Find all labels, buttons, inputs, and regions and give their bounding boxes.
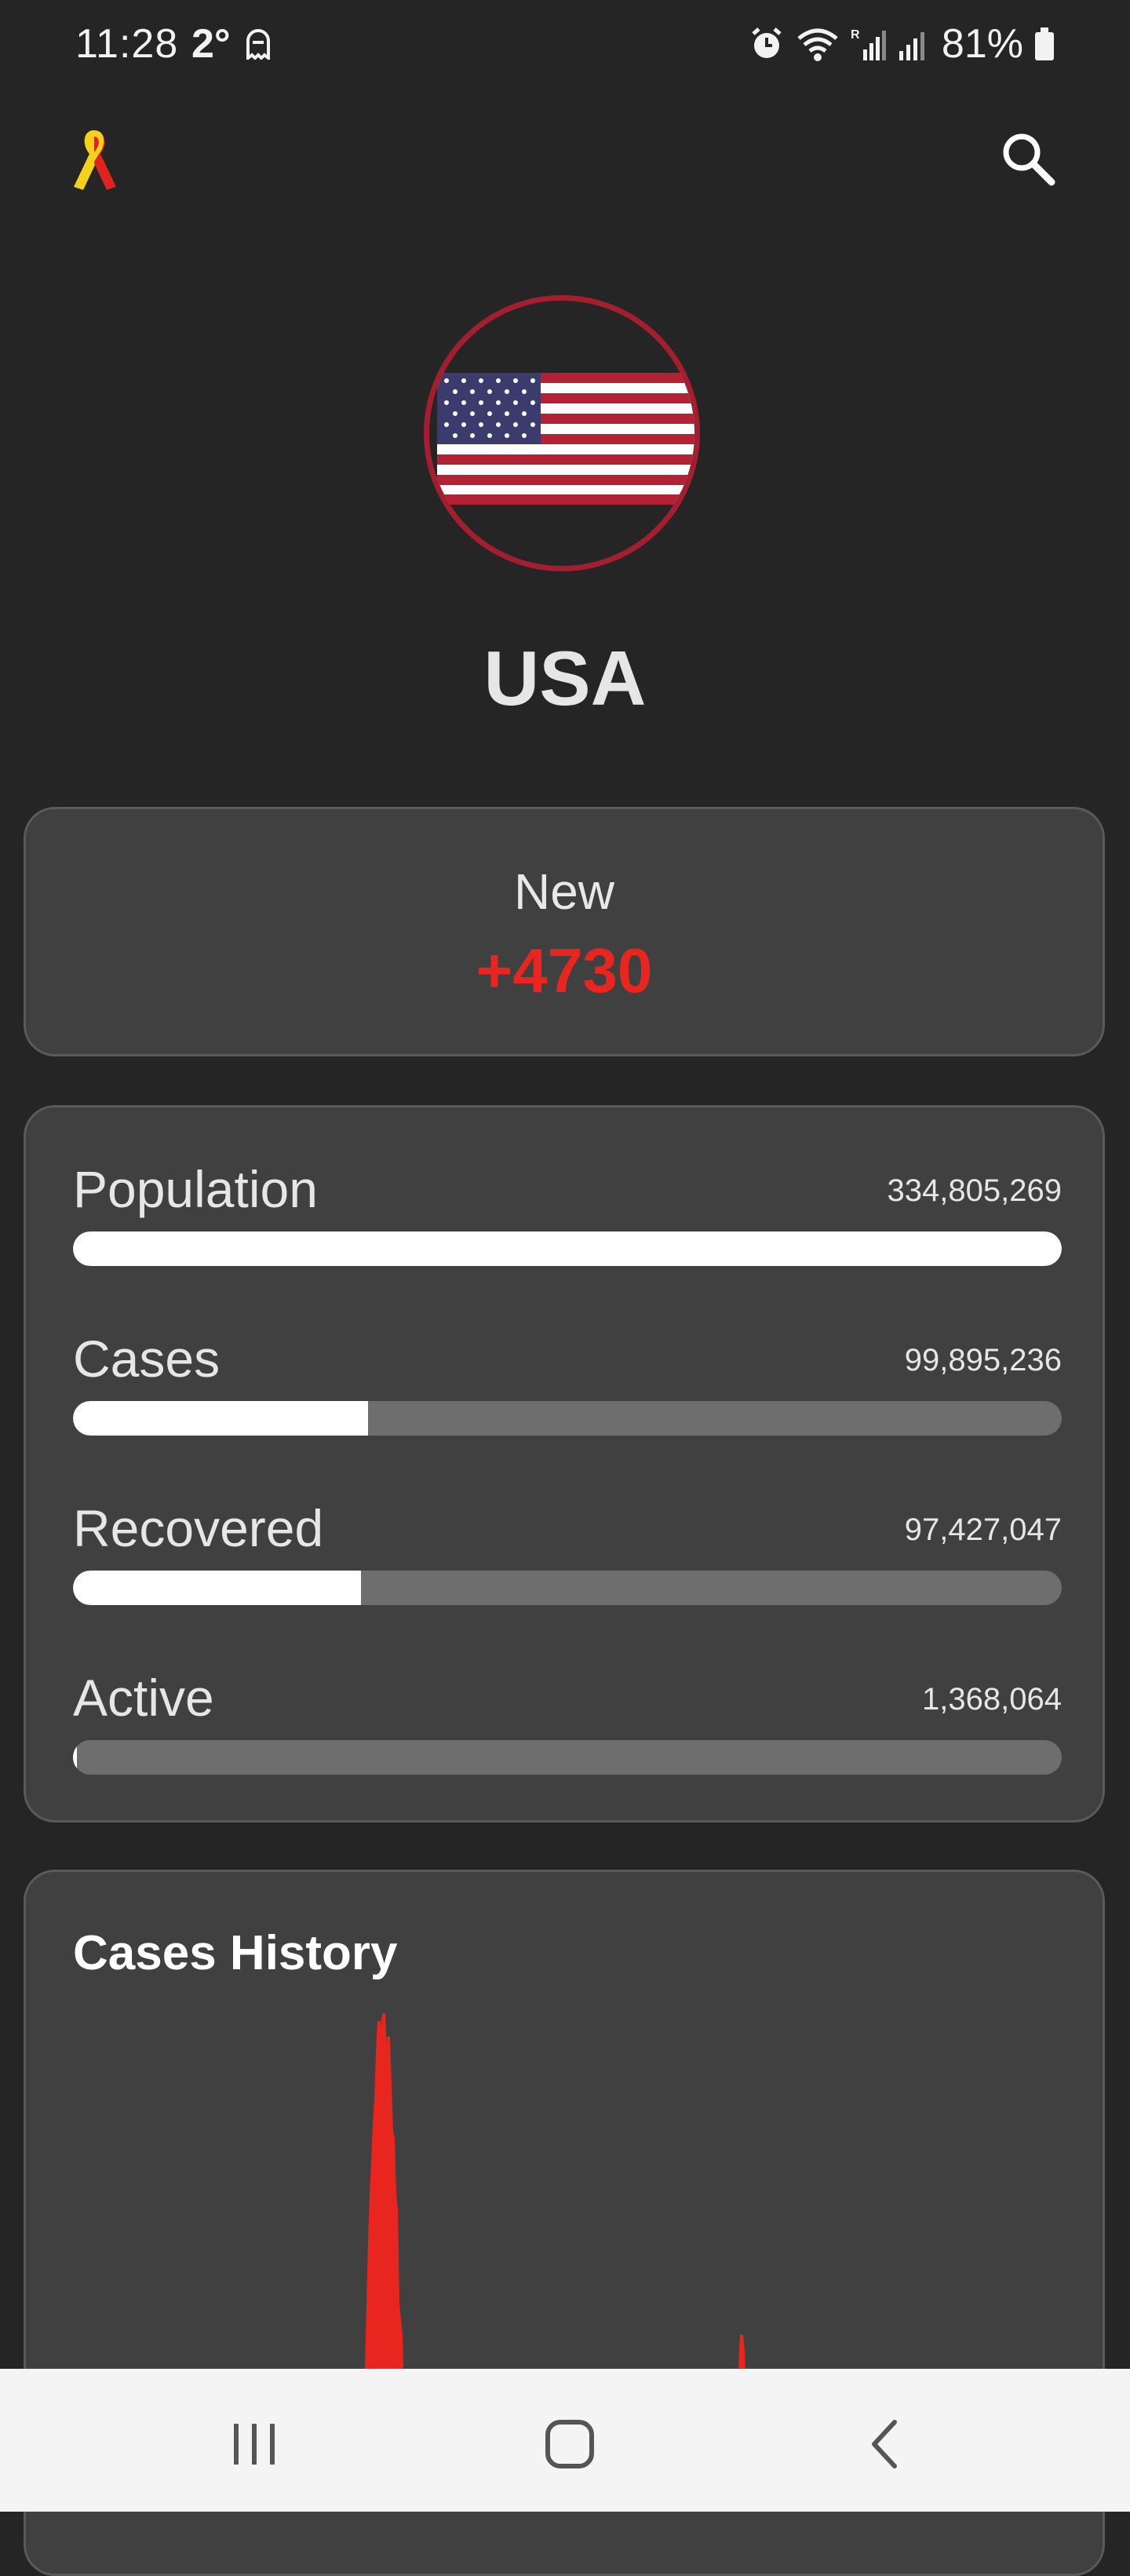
stat-label: Recovered (73, 1499, 324, 1557)
system-navigation-bar (0, 2369, 1130, 2512)
status-right-group: R 81% (749, 20, 1055, 68)
stat-row-cases: Cases 99,895,236 (73, 1329, 1062, 1462)
stat-progress-bar (73, 1231, 1062, 1266)
stat-progress-fill (73, 1401, 368, 1436)
home-icon (538, 2420, 601, 2479)
status-bar: 11:28 2° R 81% (0, 0, 1130, 94)
stat-value: 334,805,269 (887, 1173, 1062, 1208)
signal-icon (898, 26, 931, 62)
stat-progress-bar (73, 1740, 1062, 1775)
stat-label: Population (73, 1160, 318, 1218)
cases-history-line (363, 2012, 747, 2398)
country-flag (424, 295, 700, 571)
stats-card: Population 334,805,269 Cases 99,895,236 … (24, 1105, 1105, 1823)
new-cases-value: +4730 (476, 936, 653, 1005)
battery-icon (1034, 26, 1055, 62)
us-flag-icon (437, 373, 694, 505)
status-temperature: 2° (191, 21, 231, 67)
awareness-ribbon-icon (67, 126, 122, 196)
stat-value: 97,427,047 (904, 1512, 1062, 1547)
status-time: 11:28 (75, 21, 179, 67)
stat-row-recovered: Recovered 97,427,047 (73, 1498, 1062, 1632)
stat-progress-fill (73, 1571, 361, 1605)
back-button[interactable] (854, 2413, 917, 2476)
stat-row-active: Active 1,368,064 (73, 1668, 1062, 1801)
search-button[interactable] (997, 127, 1059, 190)
stat-progress-fill (73, 1740, 78, 1775)
alarm-icon (749, 26, 785, 62)
new-cases-card: New +4730 (24, 807, 1105, 1056)
stat-value: 1,368,064 (922, 1682, 1062, 1717)
recent-apps-button[interactable] (223, 2413, 286, 2476)
stat-progress-fill (73, 1231, 1062, 1266)
stat-row-population: Population 334,805,269 (73, 1159, 1062, 1293)
back-icon (854, 2420, 917, 2479)
cases-history-title: Cases History (73, 1926, 398, 1980)
new-cases-label: New (513, 863, 615, 920)
stat-label: Cases (73, 1330, 221, 1388)
stat-value: 99,895,236 (904, 1343, 1062, 1377)
cases-history-chart (363, 2012, 747, 2398)
recent-apps-icon (223, 2424, 286, 2479)
wifi-icon (796, 26, 840, 62)
svg-text:R: R (851, 28, 860, 42)
stat-label: Active (73, 1669, 214, 1727)
ghost-icon (245, 28, 272, 62)
home-button[interactable] (538, 2413, 601, 2476)
battery-percent: 81% (941, 21, 1023, 67)
stat-progress-bar (73, 1571, 1062, 1605)
country-name: USA (483, 635, 647, 721)
stat-progress-bar (73, 1401, 1062, 1436)
search-icon (997, 133, 1059, 193)
signal-r-icon: R (851, 26, 887, 62)
